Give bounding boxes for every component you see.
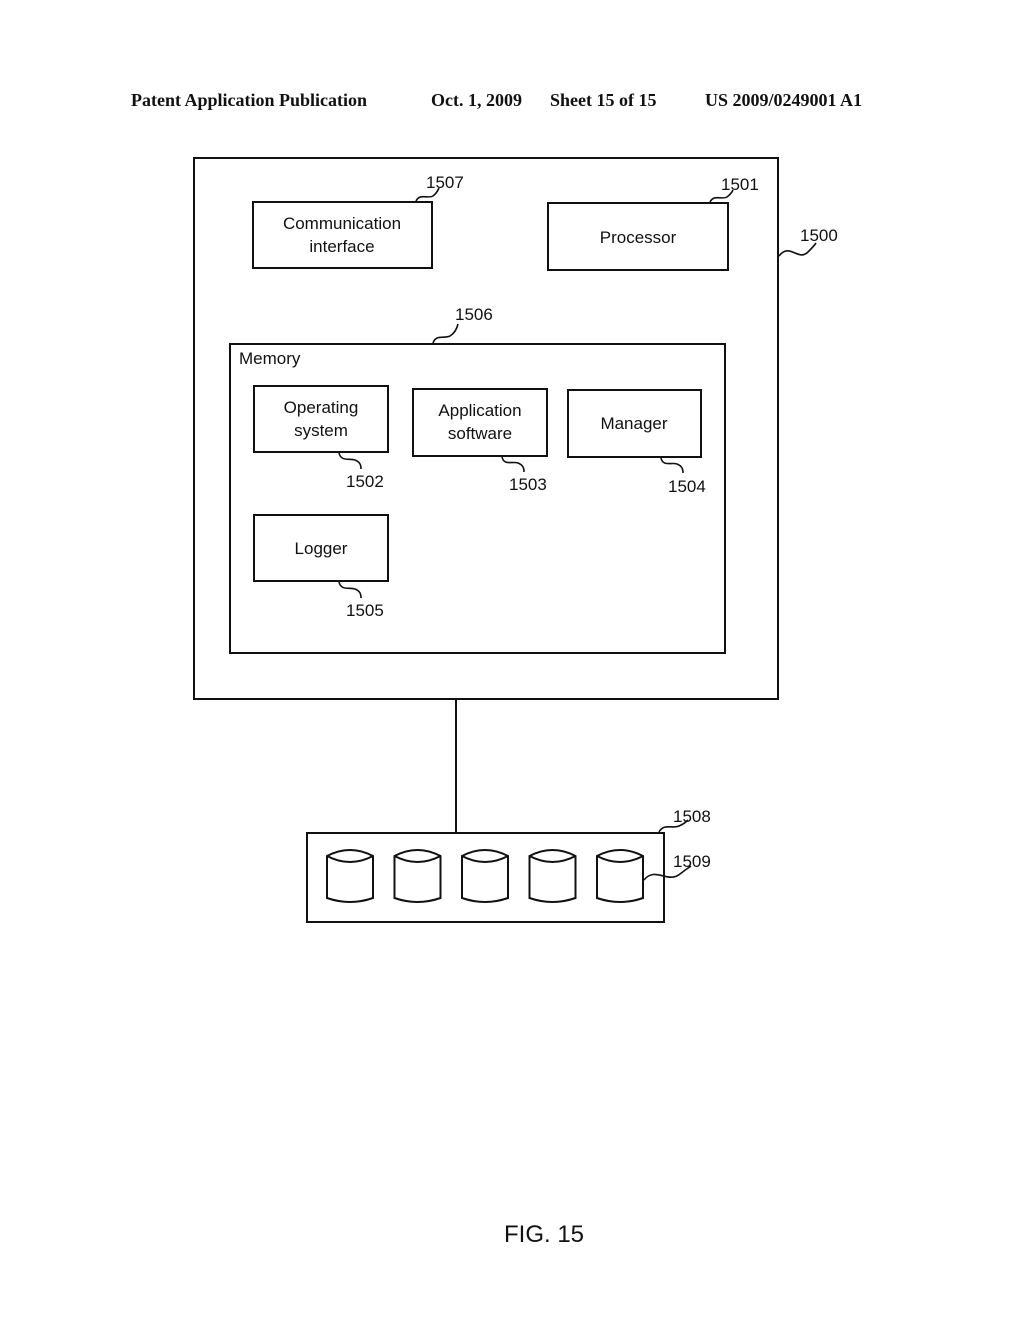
storage-array-ref: 1508 [673, 807, 711, 826]
manager-ref: 1504 [668, 477, 706, 496]
application-software-label-line2: software [448, 424, 512, 443]
communication-interface-ref: 1507 [426, 173, 464, 192]
logger-ref: 1505 [346, 601, 384, 620]
block-diagram: 1500 Communication interface 1507 Proces… [193, 157, 838, 1248]
storage-disk-ref: 1509 [673, 852, 711, 871]
processor-ref: 1501 [721, 175, 759, 194]
operating-system-label-line2: system [294, 421, 348, 440]
memory-label: Memory [239, 349, 301, 368]
operating-system-ref: 1502 [346, 472, 384, 491]
operating-system-label-line1: Operating [284, 398, 359, 417]
memory-ref: 1506 [455, 305, 493, 324]
operating-system-box [253, 385, 389, 453]
application-software-ref: 1503 [509, 475, 547, 494]
system-ref: 1500 [800, 226, 838, 245]
processor-label: Processor [600, 228, 677, 247]
manager-label: Manager [600, 414, 667, 433]
communication-interface-box [252, 201, 433, 269]
figure-label: FIG. 15 [504, 1221, 584, 1248]
application-software-label-line1: Application [438, 401, 521, 420]
communication-interface-label-line2: interface [309, 237, 374, 256]
logger-label: Logger [295, 539, 348, 558]
application-software-box [412, 388, 548, 457]
communication-interface-label-line1: Communication [283, 214, 401, 233]
